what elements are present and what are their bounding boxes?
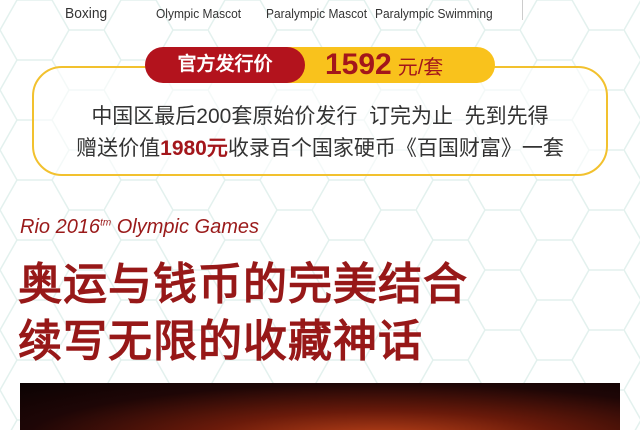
offer-line-1: 中国区最后200套原始价发行 订完为止 先到先得	[91, 105, 549, 128]
gift-value: 1980元	[160, 137, 228, 160]
caption-paralympic-mascot: Paralympic Mascot	[266, 6, 368, 21]
price-label-badge: 官方发行价	[145, 47, 305, 83]
offer-text: 赠送价值	[76, 137, 161, 160]
price-unit: 元/套	[397, 57, 444, 79]
offer-text: 收录百个国家硬币《百国财富》一套	[227, 137, 564, 160]
headline-line-2: 续写无限的收藏神话	[18, 317, 423, 366]
offer-line-2: 赠送价值1980元收录百个国家硬币《百国财富》一套	[0, 132, 640, 162]
headline-line-1: 奥运与钱币的完美结合	[18, 260, 468, 309]
price-badge: 1592 元/套	[285, 47, 495, 83]
subtitle-sup: tm	[100, 217, 112, 229]
hero-image	[20, 383, 620, 430]
subtitle-text: Olympic Games	[111, 216, 259, 238]
price-value: 1592	[325, 48, 392, 81]
subtitle: Rio 2016tm Olympic Games	[20, 216, 259, 239]
caption-paralympic-swimming: Paralympic Swimming	[375, 6, 493, 21]
caption-olympic-mascot: Olympic Mascot	[156, 6, 242, 21]
subtitle-text: Rio 2016	[20, 216, 101, 238]
caption-boxing: Boxing	[65, 5, 108, 22]
divider	[522, 0, 523, 20]
